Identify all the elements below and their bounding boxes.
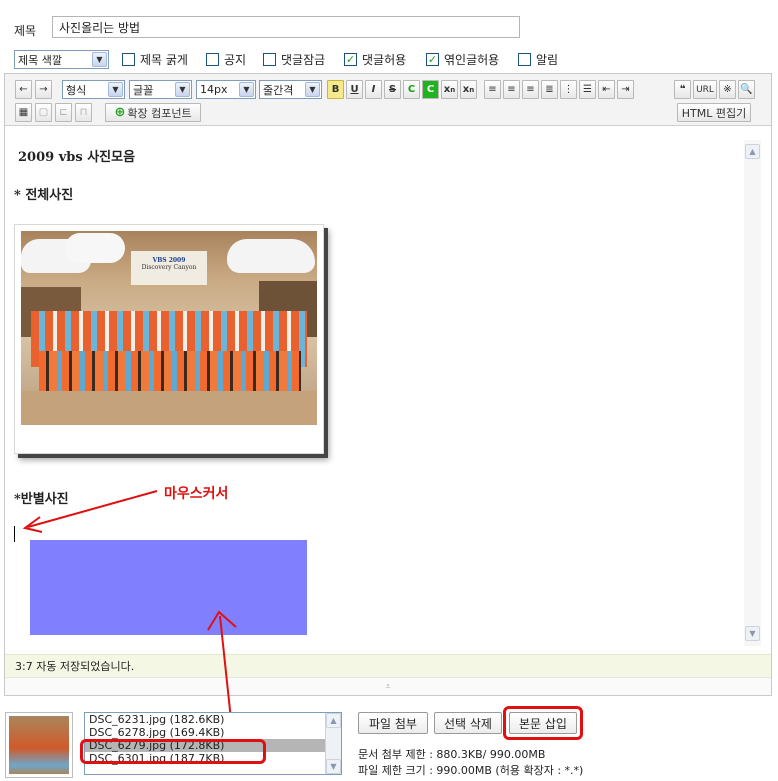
attach-file-button[interactable]: 파일 첨부: [358, 712, 428, 734]
file-size-limit: 파일 제한 크기 : 990.00MB (허용 확장자 : *.*): [358, 764, 584, 777]
file-item[interactable]: DSC_6278.jpg (169.4KB): [85, 726, 341, 739]
insert-button-highlight: [503, 706, 583, 740]
delete-selected-button[interactable]: 선택 삭제: [434, 712, 502, 734]
attachment-thumbnail: [5, 712, 73, 778]
file-list-scrollbar[interactable]: ▲ ▼: [325, 713, 341, 774]
scroll-up-icon[interactable]: ▲: [326, 713, 341, 728]
selected-file-highlight: [80, 739, 266, 764]
annotation-arrows: [22, 490, 237, 749]
file-item[interactable]: DSC_6231.jpg (182.6KB): [85, 713, 341, 726]
scroll-down-icon[interactable]: ▼: [326, 759, 341, 774]
document-attach-limit: 문서 첨부 제한 : 880.3KB/ 990.00MB: [358, 748, 546, 761]
